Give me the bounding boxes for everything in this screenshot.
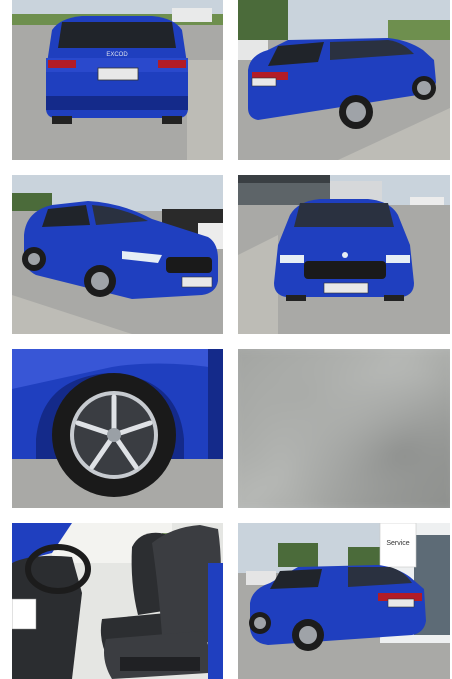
photo-tile-front[interactable] — [238, 175, 450, 334]
photo-tile-rear-three-quarter[interactable] — [238, 0, 450, 160]
rear-photo: EXCOD — [12, 0, 223, 160]
photo-tile-wheel[interactable] — [12, 349, 223, 508]
photo-gallery: EXCOD Service — [0, 0, 452, 679]
rear-badge-text: EXCOD — [106, 52, 128, 58]
dealer-photo: Service — [238, 523, 450, 679]
blurred-photo — [238, 349, 450, 508]
wheel-photo — [12, 349, 223, 508]
dealer-sign-text: Service — [386, 540, 409, 547]
front-photo — [238, 175, 450, 334]
front-three-quarter-photo — [12, 175, 223, 334]
photo-tile-rear[interactable]: EXCOD — [12, 0, 223, 160]
rear-three-quarter-photo — [238, 0, 450, 160]
photo-tile-front-three-quarter[interactable] — [12, 175, 223, 334]
photo-tile-interior[interactable] — [12, 523, 223, 679]
photo-tile-blurred[interactable] — [238, 349, 450, 508]
photo-tile-rear-three-quarter-dealer[interactable]: Service — [238, 523, 450, 679]
interior-photo — [12, 523, 223, 679]
